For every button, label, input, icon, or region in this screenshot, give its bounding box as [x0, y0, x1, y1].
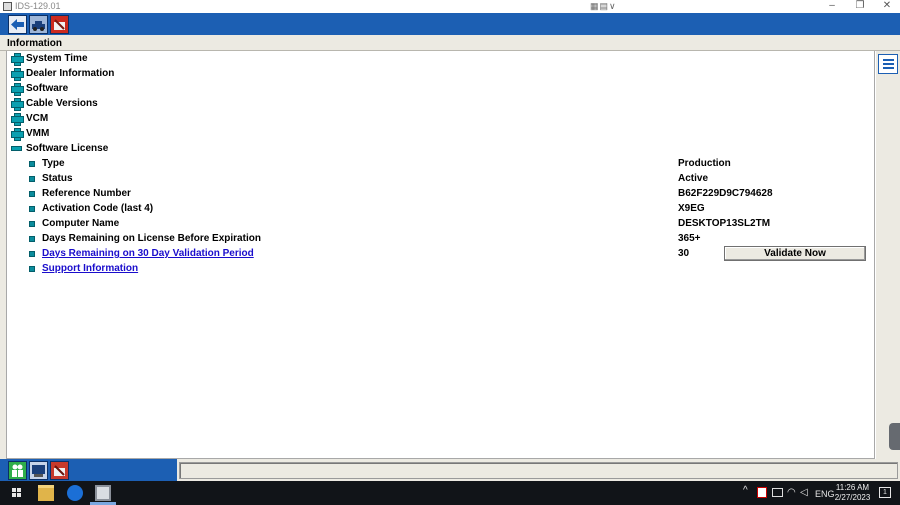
tree-section-vmm[interactable]: VMM: [7, 126, 876, 141]
tree-section-cable-versions[interactable]: Cable Versions: [7, 96, 876, 111]
toolbox-icon[interactable]: [50, 15, 69, 34]
row-value: X9EG: [678, 203, 705, 214]
license-row-computer-name: Computer Name DESKTOP13SL2TM: [7, 216, 876, 231]
people-icon[interactable]: [8, 461, 27, 480]
battery-icon[interactable]: [772, 488, 783, 497]
clock-date: 2/27/2023: [834, 493, 871, 502]
expand-plus-icon[interactable]: [11, 83, 24, 96]
bullet-icon: [29, 161, 35, 167]
tree-section-dealer-information[interactable]: Dealer Information: [7, 66, 876, 81]
section-label: VCM: [26, 113, 49, 124]
information-tree: System Time Dealer Information Software …: [6, 51, 875, 459]
page-title: Information: [7, 38, 62, 49]
row-label: Status: [42, 173, 73, 184]
tray-chevron-icon[interactable]: ^: [743, 485, 748, 496]
bullet-icon: [29, 266, 35, 272]
row-value: 30: [678, 248, 690, 259]
vpn-tray-icon[interactable]: [757, 487, 767, 498]
window-layout-controls[interactable]: ▦▤∨: [590, 1, 617, 12]
file-explorer-icon[interactable]: [38, 485, 54, 501]
expand-plus-icon[interactable]: [11, 113, 24, 126]
row-value: DESKTOP13SL2TM: [678, 218, 771, 229]
vehicle-icon[interactable]: [29, 15, 48, 34]
clock-time: 11:26 AM: [835, 483, 870, 492]
minimize-button[interactable]: –: [818, 0, 846, 13]
bullet-icon: [29, 176, 35, 182]
ids-app-icon[interactable]: [95, 485, 111, 501]
row-value: Production: [678, 158, 731, 169]
information-header: Information: [0, 35, 900, 51]
row-label: Days Remaining on License Before Expirat…: [42, 233, 261, 244]
side-panel-tab[interactable]: [889, 423, 900, 450]
window-title: IDS-129.01: [15, 1, 61, 11]
support-information-link[interactable]: Support Information: [42, 261, 138, 276]
expand-plus-icon[interactable]: [11, 68, 24, 81]
row-value: 365+: [678, 233, 701, 244]
row-label: Activation Code (last 4): [42, 203, 154, 214]
validate-now-button[interactable]: Validate Now: [724, 246, 866, 261]
bullet-icon: [29, 191, 35, 197]
toolbox-icon[interactable]: [50, 461, 69, 480]
license-row-days-remaining: Days Remaining on License Before Expirat…: [7, 231, 876, 246]
bullet-icon: [29, 221, 35, 227]
row-value: B62F229D9C794628: [678, 188, 773, 199]
validation-period-link[interactable]: Days Remaining on 30 Day Validation Peri…: [42, 246, 254, 261]
tree-section-vcm[interactable]: VCM: [7, 111, 876, 126]
notification-center-icon[interactable]: 1: [879, 487, 891, 498]
top-toolbar: [0, 13, 900, 35]
section-label: Dealer Information: [26, 68, 115, 79]
license-row-type: Type Production: [7, 156, 876, 171]
windows-taskbar: ^ ◠ ◁ ENG 11:26 AM 2/27/2023 1: [0, 481, 900, 505]
right-sidebar: [876, 51, 900, 459]
license-row-reference-number: Reference Number B62F229D9C794628: [7, 186, 876, 201]
license-row-activation-code: Activation Code (last 4) X9EG: [7, 201, 876, 216]
section-label: Cable Versions: [26, 98, 98, 109]
wifi-icon[interactable]: ◠: [787, 487, 796, 498]
taskbar-clock[interactable]: 11:26 AM 2/27/2023: [830, 483, 875, 503]
back-arrow-icon[interactable]: [8, 15, 27, 34]
tree-section-software[interactable]: Software: [7, 81, 876, 96]
collapse-minus-icon[interactable]: [11, 146, 22, 151]
expand-plus-icon[interactable]: [11, 128, 24, 141]
section-label: System Time: [26, 53, 88, 64]
title-bar: IDS-129.01 ▦▤∨ – ❐ ✕: [0, 0, 900, 13]
windows-start-icon[interactable]: [12, 488, 22, 498]
vehicle-diagnostic-icon[interactable]: [29, 461, 48, 480]
app-icon: [3, 2, 12, 11]
tree-section-system-time[interactable]: System Time: [7, 51, 876, 66]
section-label: Software License: [26, 143, 109, 154]
section-label: Software: [26, 83, 69, 94]
bullet-icon: [29, 251, 35, 257]
restore-button[interactable]: ❐: [846, 0, 874, 13]
volume-icon[interactable]: ◁: [800, 487, 808, 498]
license-row-support-information: Support Information: [7, 261, 876, 276]
bullet-icon: [29, 206, 35, 212]
license-row-status: Status Active: [7, 171, 876, 186]
row-label: Reference Number: [42, 188, 131, 199]
expand-plus-icon[interactable]: [11, 53, 24, 66]
expand-plus-icon[interactable]: [11, 98, 24, 111]
row-label: Type: [42, 158, 65, 169]
row-label: Computer Name: [42, 218, 120, 229]
close-button[interactable]: ✕: [873, 0, 900, 13]
status-message-field: [179, 462, 898, 479]
bottom-toolbar: [0, 459, 177, 481]
status-bar: [0, 459, 900, 481]
teamviewer-icon[interactable]: [67, 485, 83, 501]
row-value: Active: [678, 173, 709, 184]
list-view-icon[interactable]: [878, 54, 898, 74]
tree-section-software-license[interactable]: Software License: [7, 141, 876, 156]
bullet-icon: [29, 236, 35, 242]
section-label: VMM: [26, 128, 50, 139]
